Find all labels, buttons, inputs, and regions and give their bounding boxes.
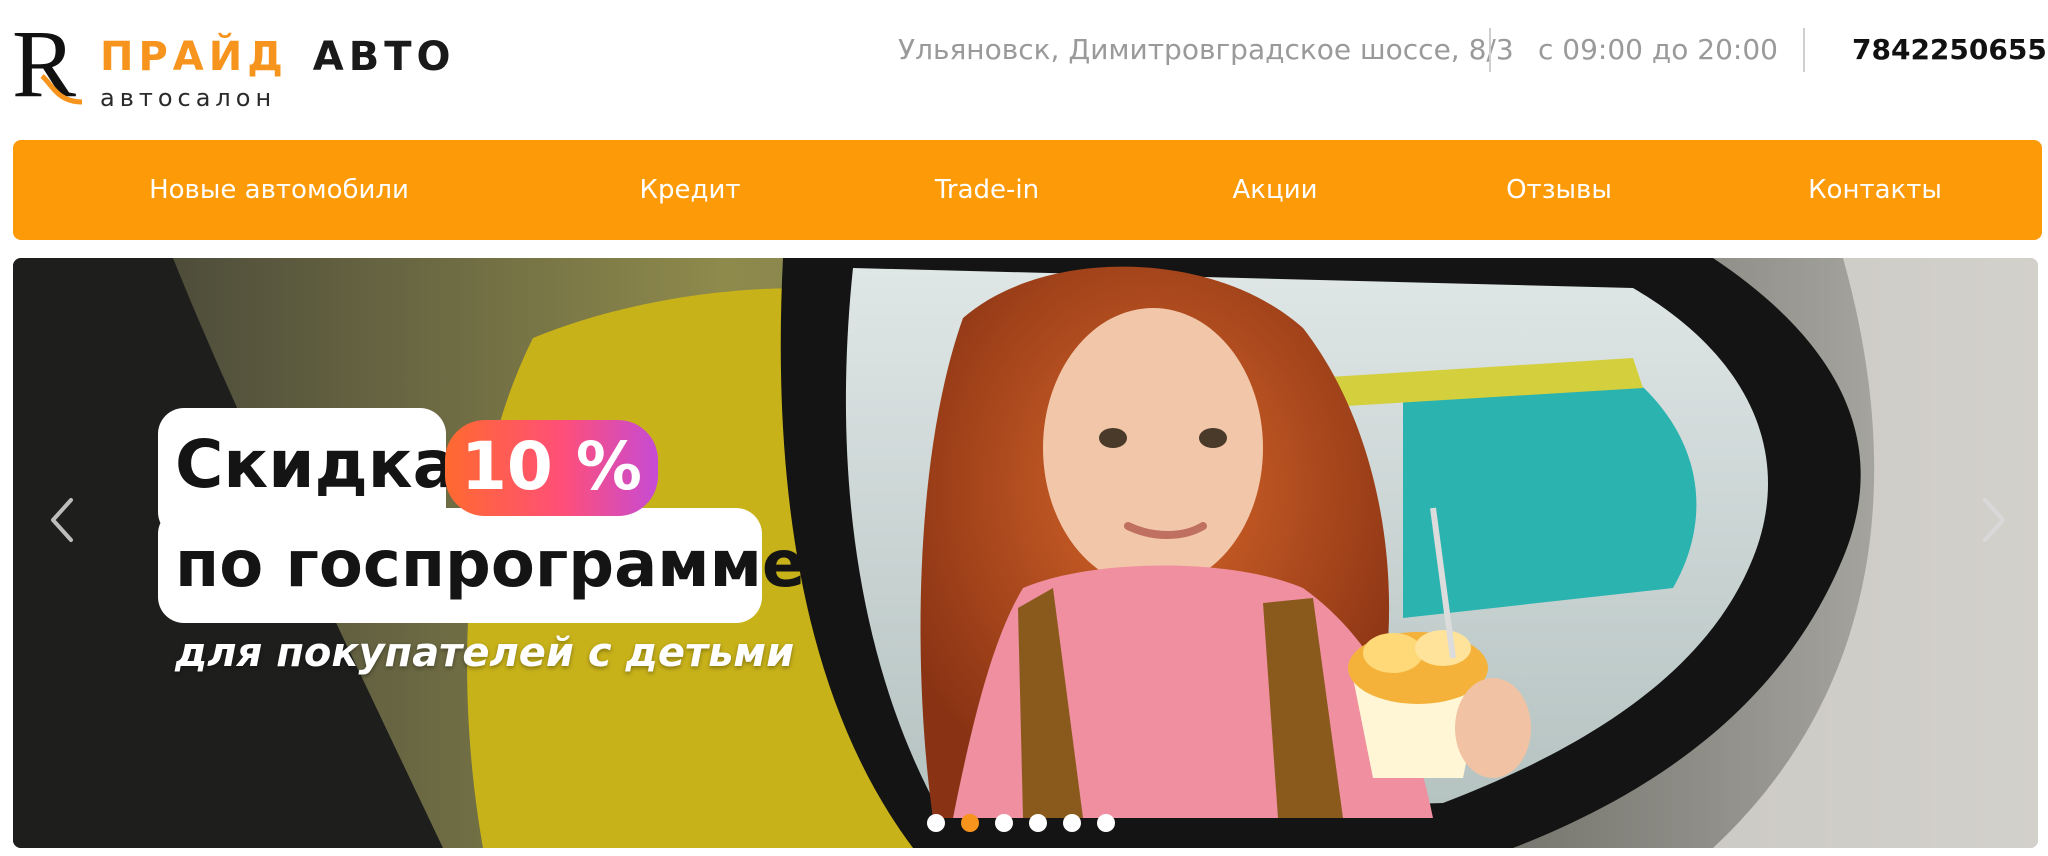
nav-item-reviews[interactable]: Отзывы: [1506, 140, 1612, 240]
header-divider: [1803, 28, 1805, 72]
site-header: R ПРАЙД АВТО автосалон Ульяновск, Димитр…: [0, 0, 2048, 140]
slider-dot[interactable]: [1029, 814, 1047, 832]
logo-r-icon: R: [12, 14, 83, 109]
header-divider: [1489, 28, 1491, 72]
slider-dot[interactable]: [1097, 814, 1115, 832]
promo-subtitle: для покупателей с детьми: [175, 630, 795, 676]
slider-dot[interactable]: [1063, 814, 1081, 832]
logo[interactable]: R ПРАЙД АВТО автосалон: [12, 14, 451, 114]
nav-item-new-cars[interactable]: Новые автомобили: [149, 140, 409, 240]
nav-item-contacts[interactable]: Контакты: [1808, 140, 1942, 240]
slider-dot[interactable]: [995, 814, 1013, 832]
brand-name: ПРАЙД АВТО: [100, 34, 456, 80]
logo-letter: R: [12, 14, 76, 109]
nav-item-trade-in[interactable]: Trade-in: [935, 140, 1039, 240]
address-text: Ульяновск, Димитровградское шоссе, 8/3: [898, 33, 1514, 66]
chevron-right-icon: [1983, 498, 2005, 542]
brand-word-pride: ПРАЙД: [100, 34, 288, 80]
discount-badge: 10 %: [445, 420, 658, 516]
nav-item-credit[interactable]: Кредит: [640, 140, 741, 240]
promo-banner-slider[interactable]: Скидка 10 % по госпрограмме для покупате…: [13, 258, 2038, 848]
slider-next-button[interactable]: [1969, 490, 2019, 550]
slider-dot-active[interactable]: [961, 814, 979, 832]
phone-link[interactable]: 78422506553: [1852, 30, 2048, 70]
nav-item-promotions[interactable]: Акции: [1233, 140, 1318, 240]
slider-dot[interactable]: [927, 814, 945, 832]
slider-prev-button[interactable]: [37, 490, 87, 550]
brand-word-auto: АВТО: [312, 34, 456, 80]
brand-subtitle: автосалон: [100, 84, 277, 112]
chevron-left-icon: [51, 498, 73, 542]
promo-title: Скидка: [175, 426, 458, 503]
promo-title-line2: по госпрограмме: [175, 528, 806, 602]
main-nav: Новые автомобили Кредит Trade-in Акции О…: [13, 140, 2042, 240]
working-hours: с 09:00 до 20:00: [1538, 33, 1778, 66]
